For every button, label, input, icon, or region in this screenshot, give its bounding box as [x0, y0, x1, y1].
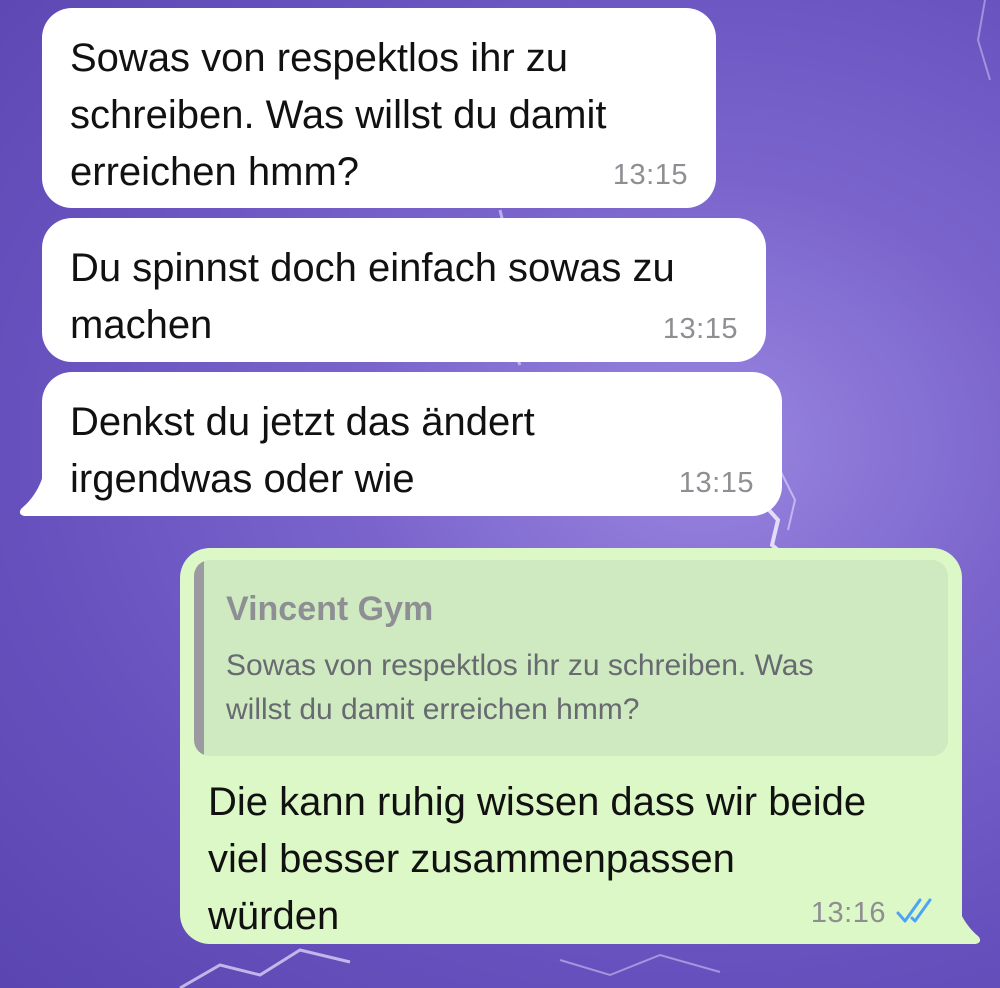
double-check-read-icon	[896, 898, 932, 923]
reply-quote[interactable]: Vincent Gym Sowas von respektlos ihr zu …	[194, 560, 948, 756]
message-text: Denkst du jetzt das ändert irgendwas ode…	[70, 400, 535, 501]
message-timestamp: 13:15	[662, 313, 738, 345]
reply-quote-text: Sowas von respektlos ihr zu schreiben. W…	[226, 649, 814, 726]
outgoing-message[interactable]: Vincent Gym Sowas von respektlos ihr zu …	[180, 548, 962, 944]
incoming-message[interactable]: Denkst du jetzt das ändert irgendwas ode…	[42, 372, 782, 516]
message-text: Du spinnst doch einfach sowas zu machen	[70, 246, 675, 347]
message-timestamp: 13:15	[678, 467, 754, 499]
reply-quote-bar	[194, 560, 204, 756]
reply-quote-author: Vincent Gym	[226, 590, 434, 628]
message-timestamp: 13:16	[810, 897, 886, 929]
incoming-message[interactable]: Du spinnst doch einfach sowas zu machen …	[42, 218, 766, 362]
message-text: Die kann ruhig wissen dass wir beide vie…	[208, 780, 867, 938]
incoming-message[interactable]: Sowas von respektlos ihr zu schreiben. W…	[42, 8, 716, 208]
message-timestamp: 13:15	[612, 159, 688, 191]
message-text: Sowas von respektlos ihr zu schreiben. W…	[70, 36, 607, 194]
